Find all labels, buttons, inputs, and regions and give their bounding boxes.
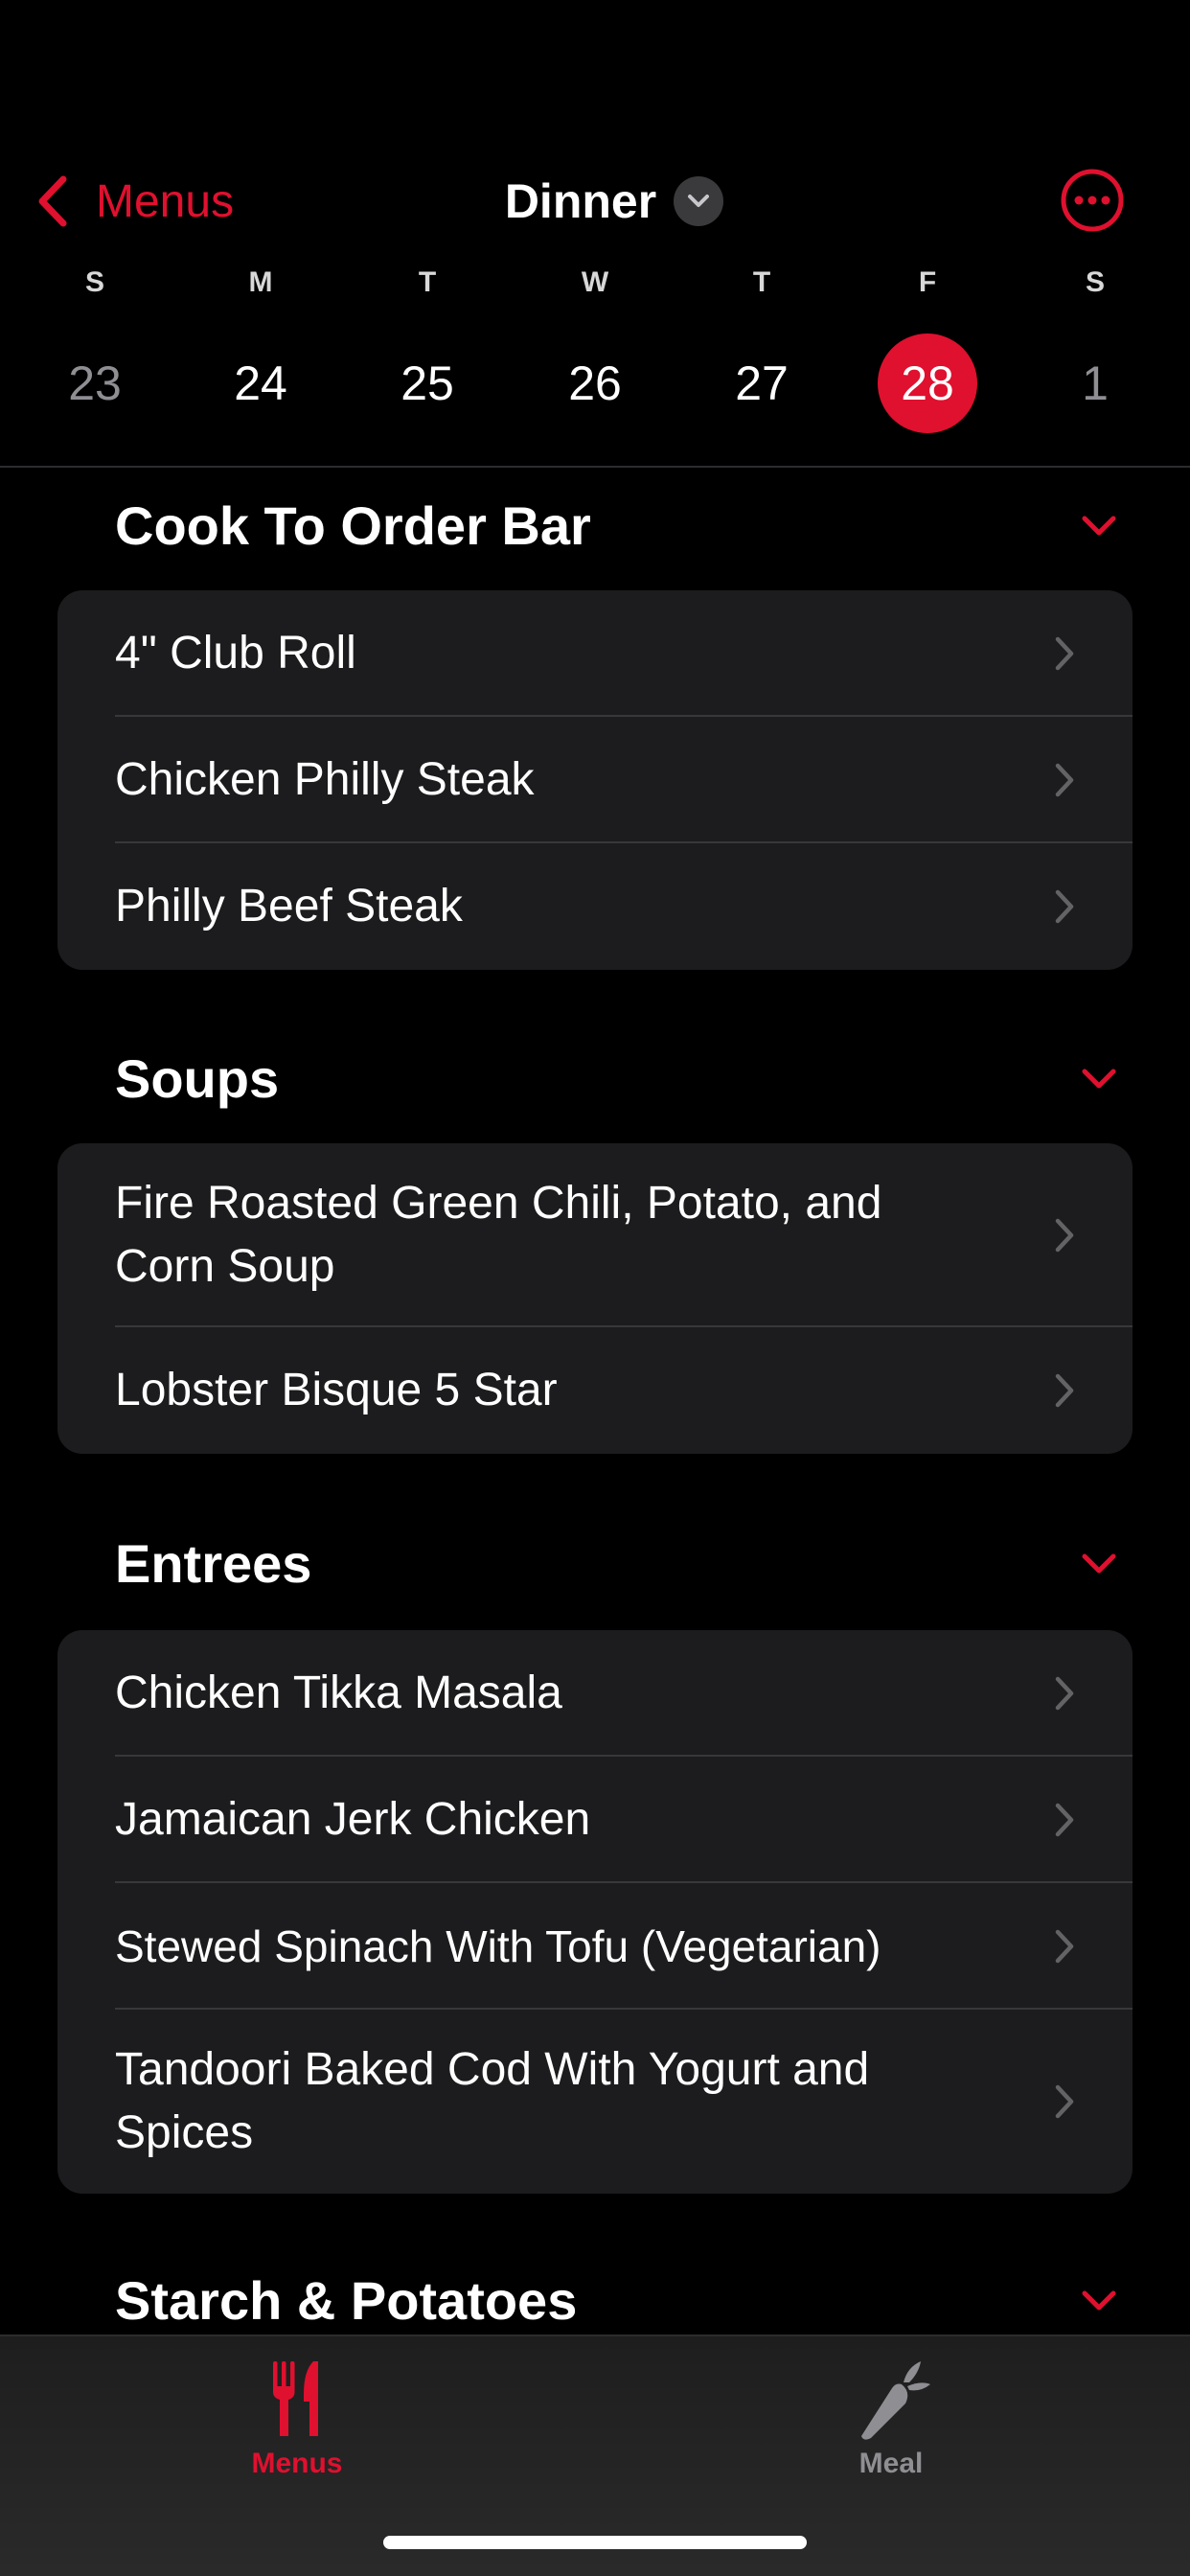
- chevron-right-icon: [1055, 1929, 1074, 1964]
- carrot-icon: [861, 2361, 930, 2440]
- date-button[interactable]: 1: [1045, 334, 1145, 433]
- weekday-label: W: [581, 266, 609, 298]
- tab-label: Menus: [251, 2448, 343, 2479]
- date-button[interactable]: 27: [712, 334, 812, 433]
- chevron-down-icon: [674, 176, 724, 226]
- menu-item[interactable]: Chicken Philly Steak: [57, 717, 1133, 843]
- weekday-label: T: [752, 266, 771, 298]
- section-header-soups[interactable]: Soups: [115, 1040, 1131, 1116]
- menu-item-label: 4" Club Roll: [115, 628, 356, 678]
- menu-item-label: Lobster Bisque 5 Star: [115, 1365, 558, 1415]
- weekday-label: S: [84, 266, 104, 298]
- menu-item[interactable]: Chicken Tikka Masala: [57, 1630, 1133, 1757]
- menu-item[interactable]: 4" Club Roll: [57, 590, 1133, 717]
- menu-item[interactable]: Philly Beef Steak: [57, 843, 1133, 970]
- meal-selector[interactable]: Dinner: [0, 168, 1190, 235]
- menu-item-label: Fire Roasted Green Chili, Potato, and Co…: [115, 1178, 882, 1292]
- menu-item[interactable]: Fire Roasted Green Chili, Potato, and Co…: [57, 1143, 1133, 1327]
- menu-item[interactable]: Stewed Spinach With Tofu (Vegetarian): [57, 1883, 1133, 2010]
- date-button[interactable]: 25: [378, 334, 477, 433]
- chevron-right-icon: [1055, 636, 1074, 671]
- weekday-label: T: [418, 266, 437, 298]
- section-header-cook-to-order-bar[interactable]: Cook To Order Bar: [115, 487, 1131, 564]
- menu-item[interactable]: Tandoori Baked Cod With Yogurt and Spice…: [57, 2010, 1133, 2194]
- menu-item-label: Tandoori Baked Cod With Yogurt and Spice…: [115, 2044, 870, 2158]
- menu-card: Chicken Tikka Masala Jamaican Jerk Chick…: [57, 1630, 1133, 2194]
- weekday-label: S: [1085, 266, 1105, 298]
- weekday-label: M: [248, 266, 273, 298]
- section-title: Soups: [115, 1047, 280, 1109]
- chevron-down-icon: [1082, 2290, 1116, 2311]
- menu-item[interactable]: Lobster Bisque 5 Star: [57, 1327, 1133, 1454]
- divider: [0, 466, 1190, 468]
- menu-card: 4" Club Roll Chicken Philly Steak Philly…: [57, 590, 1133, 970]
- date-button[interactable]: 23: [45, 334, 145, 433]
- menu-item-label: Chicken Philly Steak: [115, 754, 535, 805]
- fork-knife-icon: [273, 2361, 318, 2436]
- week-strip: S M T W T F S 23 24 25 26 27 28 1: [0, 259, 1190, 470]
- chevron-down-icon: [1082, 1069, 1116, 1089]
- nav-header: Menus Dinner: [0, 158, 1190, 244]
- tab-label: Meal: [858, 2448, 924, 2479]
- section-title: Entrees: [115, 1532, 312, 1594]
- menu-item-label: Jamaican Jerk Chicken: [115, 1794, 591, 1845]
- date-button-selected[interactable]: 28: [878, 334, 977, 433]
- date-button[interactable]: 24: [211, 334, 310, 433]
- chevron-down-icon: [1082, 1553, 1116, 1574]
- menu-item-label: Philly Beef Steak: [115, 881, 463, 932]
- page-title: Dinner: [504, 174, 657, 228]
- menu-item-label: Stewed Spinach With Tofu (Vegetarian): [115, 1921, 881, 1971]
- chevron-right-icon: [1055, 1803, 1074, 1837]
- screen: Menus Dinner S M T W T F S 23 24 25 26 2…: [0, 0, 1190, 2576]
- section-title: Starch & Potatoes: [115, 2269, 578, 2331]
- chevron-right-icon: [1055, 2084, 1074, 2119]
- tab-meal[interactable]: Meal: [747, 2356, 1035, 2480]
- tab-menus[interactable]: Menus: [153, 2356, 441, 2480]
- chevron-down-icon: [1082, 516, 1116, 536]
- chevron-right-icon: [1055, 889, 1074, 924]
- menu-item-label: Chicken Tikka Masala: [115, 1668, 562, 1718]
- menu-card: Fire Roasted Green Chili, Potato, and Co…: [57, 1143, 1133, 1454]
- menu-item[interactable]: Jamaican Jerk Chicken: [57, 1757, 1133, 1883]
- section-header-starch-potatoes[interactable]: Starch & Potatoes: [115, 2262, 1131, 2338]
- section-title: Cook To Order Bar: [115, 494, 591, 556]
- section-header-entrees[interactable]: Entrees: [115, 1525, 1131, 1601]
- more-options-icon[interactable]: [1060, 168, 1125, 233]
- chevron-right-icon: [1055, 1218, 1074, 1253]
- date-button[interactable]: 26: [545, 334, 645, 433]
- weekday-label: F: [918, 266, 937, 298]
- chevron-right-icon: [1055, 1373, 1074, 1408]
- chevron-right-icon: [1055, 763, 1074, 797]
- home-indicator[interactable]: [383, 2536, 807, 2549]
- chevron-right-icon: [1055, 1676, 1074, 1711]
